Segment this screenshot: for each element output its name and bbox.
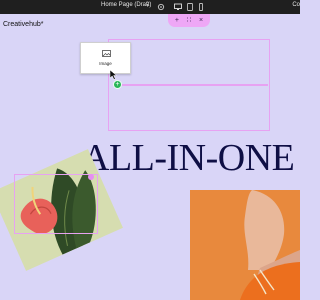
hero-headline[interactable]: ALL-IN-ONE bbox=[82, 139, 295, 177]
image-card-label: Image bbox=[99, 61, 112, 66]
drop-indicator-add-icon: + bbox=[113, 80, 122, 89]
chevron-down-icon[interactable]: ▾ bbox=[146, 2, 149, 9]
close-icon[interactable]: × bbox=[199, 17, 203, 24]
add-button[interactable]: + bbox=[175, 17, 179, 24]
drop-plus-glyph: + bbox=[115, 81, 120, 88]
drag-handle-icon[interactable]: ∷ bbox=[187, 17, 191, 24]
page-selector[interactable]: Home Page (Draft) bbox=[101, 2, 151, 8]
top-toolbar: Home Page (Draft) ▾ Co bbox=[0, 0, 300, 14]
selection-toolbar[interactable]: + ∷ × bbox=[168, 14, 210, 27]
site-name[interactable]: Creativehub* bbox=[3, 21, 43, 28]
mobile-icon[interactable] bbox=[197, 3, 205, 11]
drop-indicator-line bbox=[117, 84, 268, 86]
tablet-icon[interactable] bbox=[186, 3, 194, 11]
flower-image-selection bbox=[14, 174, 98, 234]
portrait-image[interactable] bbox=[190, 190, 300, 300]
desktop-icon[interactable] bbox=[174, 3, 182, 11]
topbar-right-label[interactable]: Co bbox=[292, 2, 300, 8]
image-element-drag-card[interactable]: Image bbox=[80, 42, 131, 74]
image-icon bbox=[102, 50, 111, 57]
cursor-icon bbox=[110, 70, 118, 80]
resize-handle[interactable] bbox=[88, 174, 94, 180]
settings-icon[interactable] bbox=[157, 3, 165, 11]
